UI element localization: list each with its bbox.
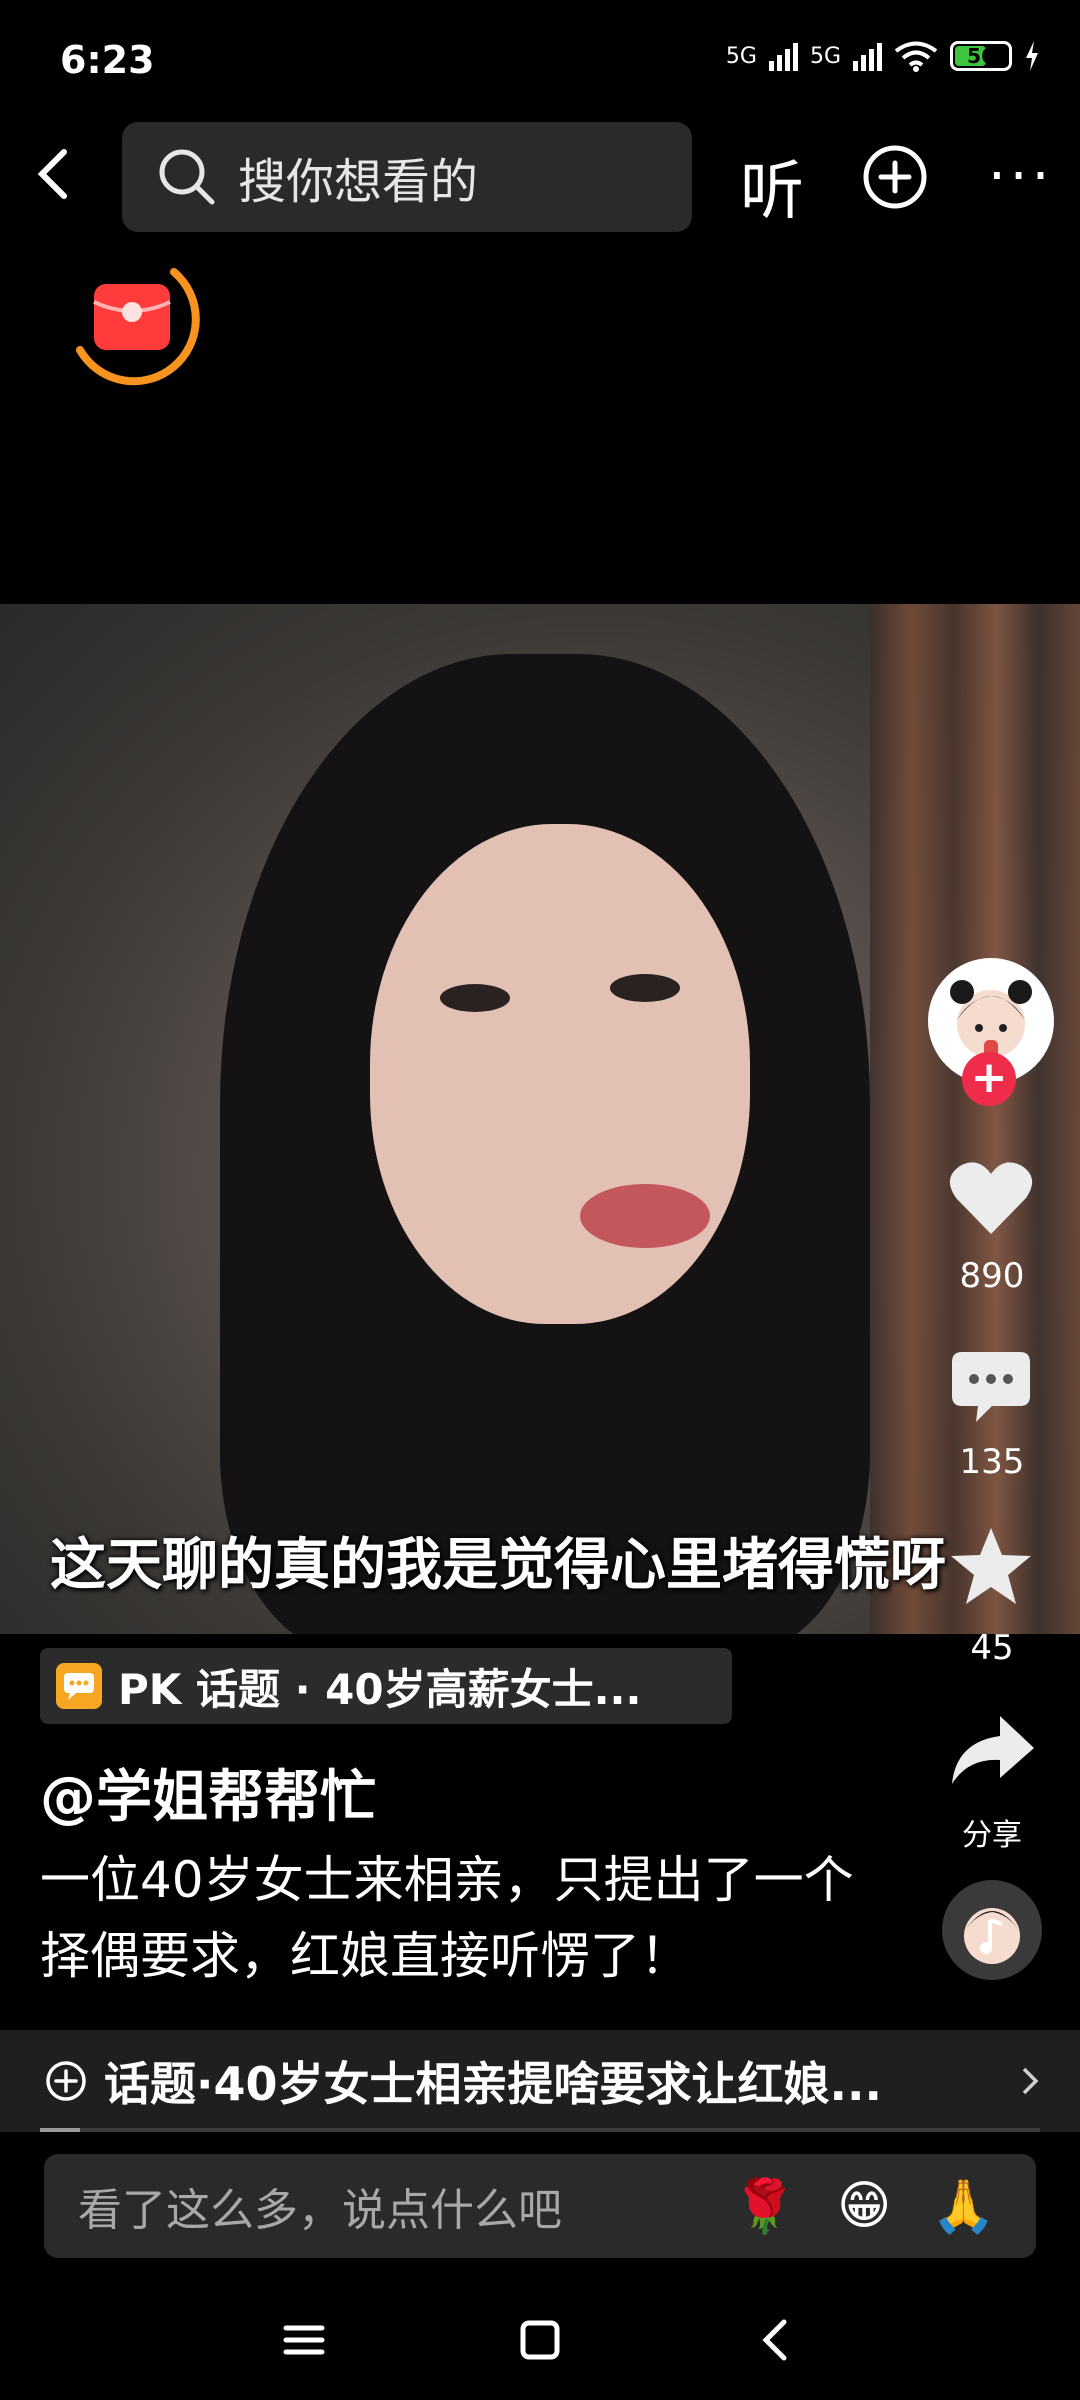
music-avatar-icon	[964, 1908, 1020, 1964]
follow-button[interactable]: +	[962, 1052, 1016, 1106]
comment-count: 135	[959, 1442, 1025, 1482]
video-frame[interactable]	[0, 604, 1080, 1634]
add-icon[interactable]	[862, 144, 928, 210]
search-bar[interactable]: 搜你想看的	[122, 122, 692, 232]
right-eye	[610, 974, 680, 1002]
comment-input[interactable]: 看了这么多，说点什么吧 🌹 😁 🙏	[44, 2154, 1036, 2258]
status-bar: 6:23 5G 5G 56	[0, 0, 1080, 120]
topic-bar[interactable]: 话题·40岁女士相亲提啥要求让红娘...	[0, 2030, 1080, 2132]
chevron-right-icon	[1022, 2067, 1039, 2095]
search-placeholder: 搜你想看的	[238, 154, 479, 210]
post-description: 一位40岁女士来相亲，只提出了一个择偶要求，红娘直接听愣了！	[40, 1851, 854, 1985]
battery-level: 56	[967, 44, 995, 68]
share-icon[interactable]	[948, 1712, 1038, 1788]
emoji-rose[interactable]: 🌹	[732, 2176, 797, 2237]
signal-icon	[768, 41, 798, 71]
status-time: 6:23	[60, 38, 155, 82]
battery-icon: 56	[950, 41, 1012, 71]
comment-placeholder: 看了这么多，说点什么吧	[78, 2185, 562, 2236]
person-lips	[580, 1184, 710, 1248]
favorite-icon[interactable]	[948, 1524, 1034, 1608]
like-icon[interactable]	[948, 1158, 1034, 1238]
emoji-pray[interactable]: 🙏	[931, 2176, 996, 2237]
listen-button[interactable]: 听	[740, 140, 804, 232]
like-count: 890	[959, 1256, 1025, 1296]
menu-icon[interactable]	[274, 2310, 334, 2370]
music-disc[interactable]	[942, 1880, 1042, 1980]
emoji-grin[interactable]: 😁	[837, 2176, 891, 2236]
favorite-count: 45	[970, 1628, 1014, 1668]
playback-progress[interactable]	[40, 2128, 1040, 2132]
back-icon[interactable]	[26, 144, 86, 204]
nav-back-icon[interactable]	[746, 2310, 806, 2370]
pk-topic-label: PK 话题 · 40岁高薪女士...	[118, 1664, 642, 1714]
red-packet-icon[interactable]	[62, 246, 202, 386]
left-eye	[440, 984, 510, 1012]
system-nav-bar	[0, 2280, 1080, 2400]
charging-icon	[1026, 41, 1038, 71]
top-bar: 搜你想看的 听 ···	[0, 122, 1080, 232]
pk-topic-chip[interactable]: PK 话题 · 40岁高薪女士...	[40, 1648, 732, 1724]
share-label: 分享	[962, 1818, 1022, 1853]
more-button[interactable]: ···	[988, 144, 1053, 209]
topic-add-icon	[46, 2061, 86, 2101]
signal-icon-2	[853, 41, 882, 71]
status-icons: 5G 5G 56	[726, 40, 1040, 72]
home-icon[interactable]	[510, 2310, 570, 2370]
comment-icon[interactable]	[948, 1348, 1034, 1428]
wifi-icon	[894, 41, 938, 72]
video-subtitle: 这天聊的真的我是觉得心里堵得慌呀	[50, 1533, 946, 1598]
network-label-1: 5G	[725, 43, 757, 69]
pk-chat-icon	[56, 1663, 102, 1709]
topic-label: 话题·40岁女士相亲提啥要求让红娘...	[104, 2057, 882, 2111]
author-name[interactable]: @学姐帮帮忙	[40, 1752, 376, 1833]
network-label-2: 5G	[809, 43, 841, 69]
person-face	[370, 824, 750, 1324]
search-icon	[159, 149, 215, 205]
